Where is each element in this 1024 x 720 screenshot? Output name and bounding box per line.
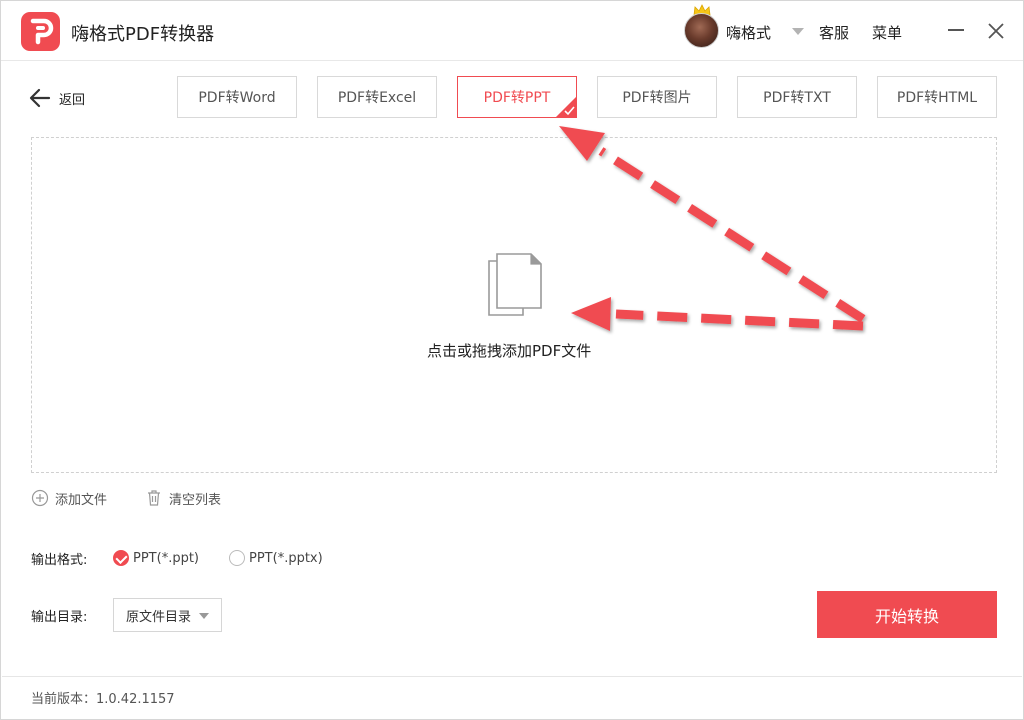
- trash-icon: [148, 490, 160, 506]
- clear-list-label: 清空列表: [169, 492, 222, 508]
- app-title: 嗨格式PDF转换器: [71, 24, 215, 45]
- add-file-button[interactable]: 添加文件: [31, 489, 108, 508]
- tab-label: PDF转HTML: [896, 90, 978, 106]
- tab-pdf-to-word[interactable]: PDF转Word: [177, 76, 297, 118]
- radio-pptx[interactable]: PPT(*.pptx): [229, 549, 323, 567]
- tab-pdf-to-ppt[interactable]: PDF转PPT: [457, 76, 577, 118]
- user-name[interactable]: 嗨格式: [726, 22, 771, 43]
- tab-label: PDF转图片: [622, 90, 692, 106]
- tab-label: PDF转Word: [198, 90, 276, 106]
- tab-pdf-to-html[interactable]: PDF转HTML: [877, 76, 997, 118]
- output-dir-label: 输出目录:: [31, 610, 88, 625]
- tab-pdf-to-image[interactable]: PDF转图片: [597, 76, 717, 118]
- customer-service-button[interactable]: 客服: [819, 22, 849, 43]
- radio-label: PPT(*.ppt): [133, 550, 199, 566]
- check-corner-icon: [555, 96, 577, 118]
- menu-button[interactable]: 菜单: [872, 22, 902, 43]
- back-arrow-icon: [29, 88, 51, 108]
- output-format-label: 输出格式:: [31, 553, 88, 568]
- start-convert-button[interactable]: 开始转换: [817, 591, 997, 638]
- radio-unchecked-icon: [229, 550, 245, 566]
- version-text: 当前版本：1.0.42.1157: [31, 692, 175, 707]
- close-icon[interactable]: [986, 21, 1006, 41]
- add-file-label: 添加文件: [55, 492, 108, 508]
- tab-pdf-to-excel[interactable]: PDF转Excel: [317, 76, 437, 118]
- radio-checked-icon: [113, 550, 129, 566]
- back-label: 返回: [59, 92, 86, 108]
- file-icon: [488, 253, 542, 316]
- radio-label: PPT(*.pptx): [249, 550, 323, 566]
- tab-label: PDF转TXT: [763, 90, 831, 106]
- radio-ppt[interactable]: PPT(*.ppt): [113, 549, 199, 567]
- chevron-down-icon[interactable]: [792, 28, 804, 35]
- minimize-icon[interactable]: [948, 29, 964, 31]
- back-button[interactable]: 返回: [29, 85, 85, 111]
- chevron-down-icon: [199, 613, 209, 619]
- tab-label: PDF转Excel: [337, 90, 417, 106]
- app-logo-icon: [21, 12, 60, 51]
- drop-zone-text: 点击或拖拽添加PDF文件: [427, 342, 592, 360]
- app-window: 嗨格式PDF转换器 嗨格式 客服 菜单 返回 PDF转Word PDF转Exce…: [0, 0, 1024, 720]
- add-circle-icon: [31, 489, 49, 507]
- avatar[interactable]: [684, 13, 719, 48]
- clear-list-button[interactable]: 清空列表: [145, 489, 222, 508]
- tab-label: PDF转PPT: [483, 90, 551, 106]
- output-dir-select[interactable]: 原文件目录: [113, 598, 222, 632]
- tab-pdf-to-txt[interactable]: PDF转TXT: [737, 76, 857, 118]
- output-dir-value: 原文件目录: [126, 609, 192, 625]
